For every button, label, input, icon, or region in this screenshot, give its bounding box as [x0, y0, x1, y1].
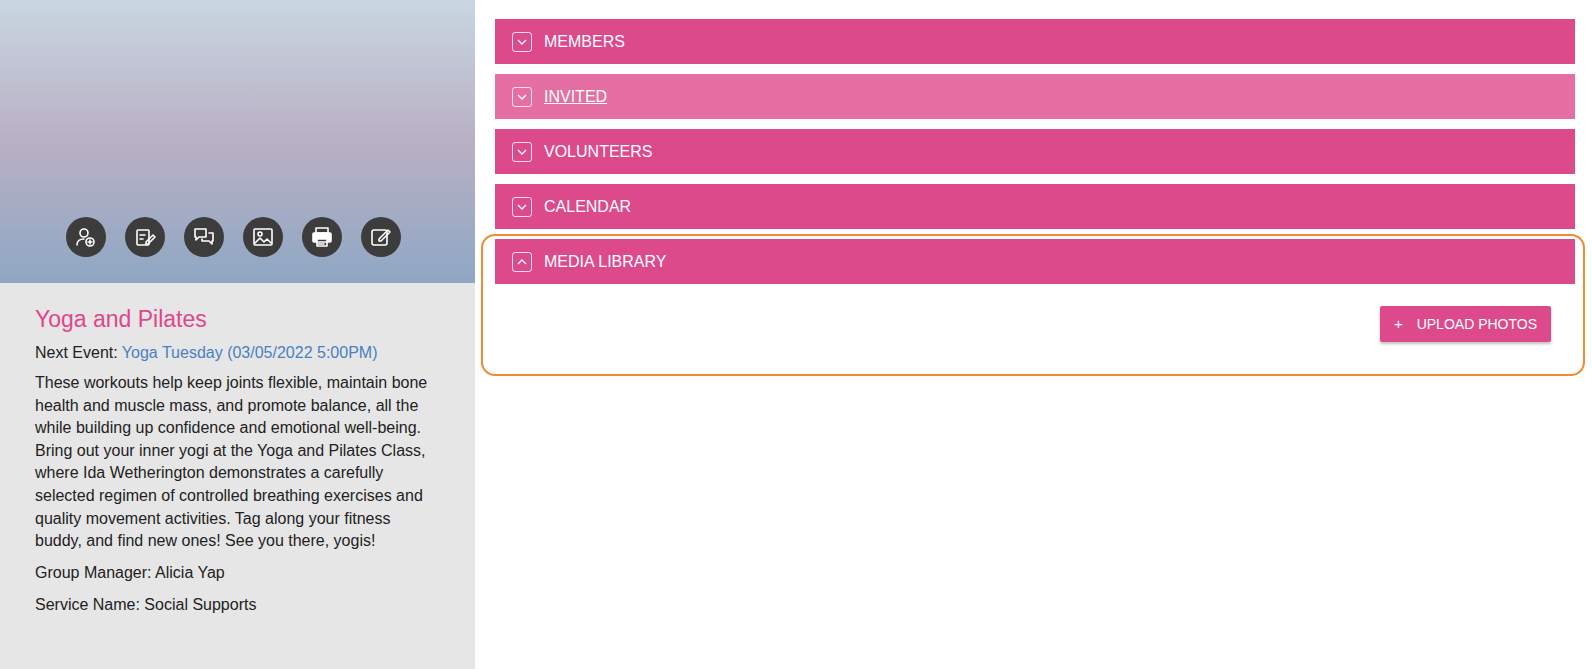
upload-photos-button[interactable]: + UPLOAD PHOTOS	[1380, 306, 1551, 342]
section-header[interactable]: VOLUNTEERS	[495, 129, 1575, 174]
chevron-down-icon	[512, 197, 532, 217]
group-description: These workouts help keep joints flexible…	[35, 372, 437, 553]
group-photo	[0, 0, 475, 283]
section-header[interactable]: MEDIA LIBRARY	[495, 239, 1575, 284]
add-member-icon	[74, 225, 98, 249]
section-label: VOLUNTEERS	[544, 140, 652, 164]
chat-icon	[192, 225, 216, 249]
section-header[interactable]: MEMBERS	[495, 19, 1575, 64]
edit-note-icon	[133, 225, 157, 249]
accordion-section: CALENDAR	[495, 184, 1575, 229]
accordion-section: MEMBERS	[495, 19, 1575, 64]
chevron-up-icon	[512, 252, 532, 272]
edit-icon	[369, 225, 393, 249]
group-panel: Yoga and Pilates Next Event: Yoga Tuesda…	[0, 0, 475, 669]
next-event-label: Next Event:	[35, 344, 118, 361]
chevron-down-icon	[512, 32, 532, 52]
accordion-section: MEDIA LIBRARY + UPLOAD PHOTOS	[481, 234, 1585, 376]
action-bar	[66, 217, 401, 257]
accordion: MEMBERS INVITED VOLUNTEERS CALENDAR MEDIA LI…	[475, 0, 1592, 669]
section-body: + UPLOAD PHOTOS	[495, 284, 1575, 342]
gallery-icon	[251, 225, 275, 249]
chevron-down-icon	[512, 87, 532, 107]
next-event-link[interactable]: Yoga Tuesday (03/05/2022 5:00PM)	[122, 344, 378, 361]
next-event: Next Event: Yoga Tuesday (03/05/2022 5:0…	[35, 341, 437, 364]
section-label: CALENDAR	[544, 195, 631, 219]
chevron-down-icon	[512, 142, 532, 162]
edit-note-button[interactable]	[125, 217, 165, 257]
print-icon	[310, 225, 334, 249]
group-info: Yoga and Pilates Next Event: Yoga Tuesda…	[0, 283, 475, 616]
section-label: INVITED	[544, 85, 607, 109]
group-manager: Group Manager: Alicia Yap	[35, 561, 437, 584]
section-header[interactable]: INVITED	[495, 74, 1575, 119]
group-title: Yoga and Pilates	[35, 303, 437, 335]
accordion-section: INVITED	[495, 74, 1575, 119]
add-member-button[interactable]	[66, 217, 106, 257]
print-button[interactable]	[302, 217, 342, 257]
accordion-section: VOLUNTEERS	[495, 129, 1575, 174]
chat-button[interactable]	[184, 217, 224, 257]
section-label: MEDIA LIBRARY	[544, 250, 666, 274]
section-label: MEMBERS	[544, 30, 625, 54]
plus-icon: +	[1394, 313, 1403, 336]
upload-label: UPLOAD PHOTOS	[1417, 314, 1537, 335]
section-header[interactable]: CALENDAR	[495, 184, 1575, 229]
service-name: Service Name: Social Supports	[35, 593, 437, 616]
gallery-button[interactable]	[243, 217, 283, 257]
edit-button[interactable]	[361, 217, 401, 257]
